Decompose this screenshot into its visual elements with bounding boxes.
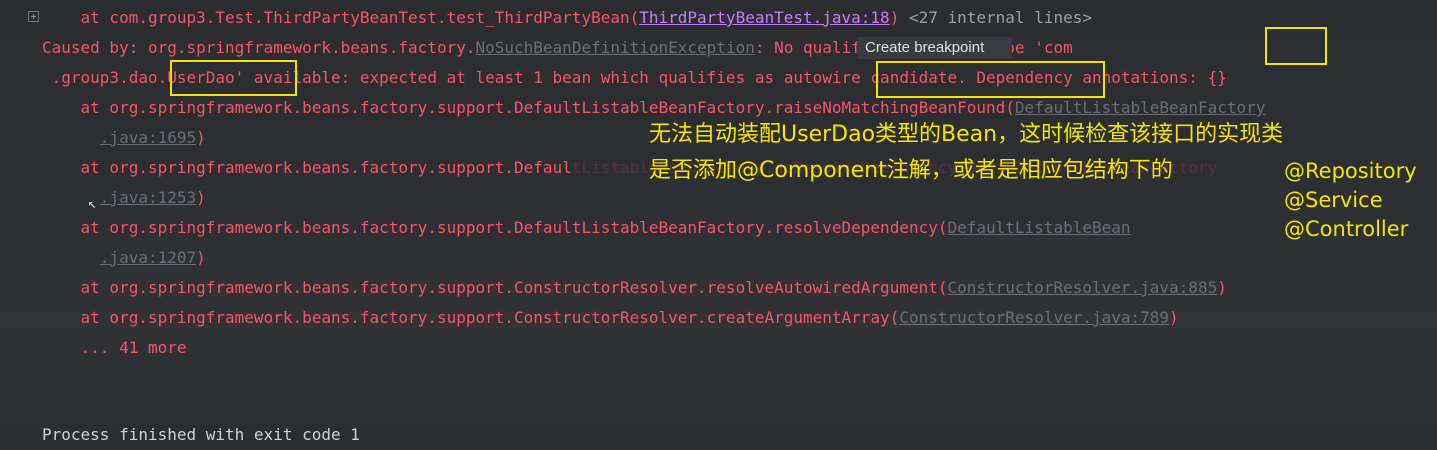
highlight-userdao-box bbox=[170, 60, 297, 96]
stack-text: at org.springframework.beans.factory.sup… bbox=[42, 278, 948, 297]
source-link[interactable]: .java:1253 bbox=[100, 188, 196, 207]
process-finished-line: Process finished with exit code 1 bbox=[42, 425, 360, 444]
expand-icon[interactable] bbox=[28, 11, 39, 22]
source-link[interactable]: .java:1207 bbox=[100, 248, 196, 267]
stack-line: .java:1207) bbox=[42, 243, 206, 273]
more-frames-line[interactable]: ... 41 more bbox=[42, 333, 187, 363]
annotation-tag-service: @Service bbox=[1284, 188, 1383, 212]
annotation-line-2: 是否添加@Component注解，或者是相应包结构下的 bbox=[649, 158, 1173, 183]
internal-lines-fold[interactable]: <27 internal lines> bbox=[899, 8, 1092, 27]
source-link[interactable]: ConstructorResolver.java:789 bbox=[899, 308, 1169, 327]
stack-text: Caused by: org.springframework.beans.fac… bbox=[42, 38, 476, 57]
stack-text: ) bbox=[1169, 308, 1179, 327]
exception-link[interactable]: NoSuchBeanDefinitionException bbox=[475, 38, 754, 57]
source-link[interactable]: ThirdPartyBeanTest.java:18 bbox=[639, 8, 889, 27]
create-breakpoint-tooltip: Create breakpoint bbox=[857, 37, 1012, 59]
stack-line: at com.group3.Test.ThirdPartyBeanTest.te… bbox=[42, 3, 1092, 33]
stack-text: ) bbox=[196, 128, 206, 147]
stack-line: .java:1253) bbox=[42, 183, 206, 213]
annotation-line-1: 无法自动装配UserDao类型的Bean，这时候检查该接口的实现类 bbox=[649, 122, 1284, 147]
stack-text: at org.springframework.beans.factory.sup… bbox=[42, 98, 1015, 117]
mouse-cursor-icon: ↖ bbox=[88, 196, 97, 212]
annotation-tag-repository: @Repository bbox=[1284, 159, 1417, 183]
stack-line: at org.springframework.beans.factory.sup… bbox=[42, 213, 1131, 243]
source-link[interactable]: DefaultListableBean bbox=[947, 218, 1130, 237]
stack-text: at org.springframework.beans.factory.sup… bbox=[42, 308, 900, 327]
stack-text: ) bbox=[196, 248, 206, 267]
stack-text: at org.springframework.beans.factory.sup… bbox=[42, 218, 948, 237]
stack-line: .java:1695) bbox=[42, 123, 206, 153]
highlight-autowire-box bbox=[876, 61, 1105, 98]
source-link[interactable]: ConstructorResolver.java:885 bbox=[947, 278, 1217, 297]
stack-line: at org.springframework.beans.factory.sup… bbox=[42, 273, 1227, 303]
stack-text: ) bbox=[889, 8, 900, 27]
stack-line: at org.springframework.beans.factory.sup… bbox=[42, 303, 1179, 333]
source-link[interactable]: DefaultListableBeanFactory bbox=[1015, 98, 1265, 117]
stack-text: ) bbox=[196, 188, 206, 207]
stack-text: at com.group3.Test.ThirdPartyBeanTest.te… bbox=[42, 8, 640, 27]
highlight-type-box bbox=[1265, 27, 1327, 65]
source-link[interactable]: .java:1695 bbox=[100, 128, 196, 147]
stack-text: at org.springframework.beans.factory.sup… bbox=[42, 158, 572, 177]
stack-text: ) bbox=[1217, 278, 1227, 297]
annotation-tag-controller: @Controller bbox=[1284, 217, 1409, 241]
